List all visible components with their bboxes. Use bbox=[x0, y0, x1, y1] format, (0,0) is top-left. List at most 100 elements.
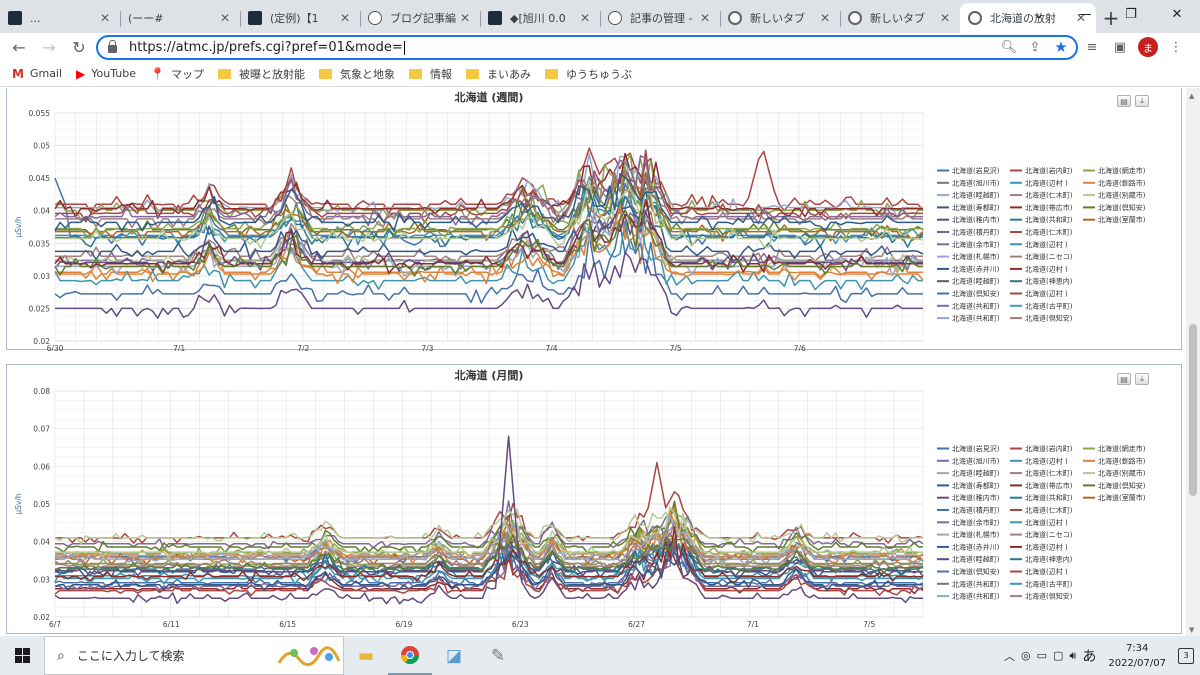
legend-item[interactable]: 北海道(別蔵市) bbox=[1098, 469, 1146, 478]
legend-item[interactable]: 北海道(余市町) bbox=[952, 240, 1000, 249]
tab-2[interactable]: (定例)【1 ✕ bbox=[240, 3, 360, 33]
legend-item[interactable]: 北海道(札幌市) bbox=[952, 252, 1000, 261]
legend-item[interactable]: 北海道(倶知安) bbox=[952, 289, 1000, 298]
legend-item[interactable]: 北海道(共和町) bbox=[952, 592, 1000, 601]
legend-item[interactable]: 北海道(古平町) bbox=[1025, 301, 1073, 310]
volume-icon[interactable]: 🔊︎ bbox=[1069, 649, 1076, 663]
chevron-down-icon[interactable]: ⌄ bbox=[1016, 0, 1062, 28]
legend-item[interactable]: 北海道(共和町) bbox=[952, 314, 1000, 323]
bookmark-4[interactable]: 気象と地象 bbox=[318, 66, 395, 82]
close-tab-icon[interactable]: ✕ bbox=[338, 11, 352, 25]
legend-item[interactable]: 北海道(睦越町) bbox=[952, 191, 1000, 200]
close-tab-icon[interactable]: ✕ bbox=[98, 11, 112, 25]
legend-item[interactable]: 北海道(仁木町) bbox=[1025, 191, 1073, 200]
print-icon[interactable]: ▤ bbox=[1117, 373, 1131, 385]
legend-item[interactable]: 北海道(別蔵市) bbox=[1098, 191, 1146, 200]
legend-item[interactable]: 北海道(赤井川) bbox=[952, 542, 1000, 551]
legend-item[interactable]: 北海道(ニセコ) bbox=[1025, 252, 1073, 261]
address-bar[interactable]: https://atmc.jp/prefs.cgi?pref=01&mode= … bbox=[96, 35, 1078, 60]
legend-item[interactable]: 北海道(網走市) bbox=[1098, 166, 1146, 175]
legend-item[interactable]: 北海道(赤井川) bbox=[952, 264, 1000, 273]
legend-item[interactable]: 北海道(辺村 ) bbox=[1025, 289, 1068, 298]
notebook-app-icon[interactable]: ◪ bbox=[432, 636, 476, 675]
legend-item[interactable]: 北海道(旭川市) bbox=[952, 456, 1000, 465]
bookmark-6[interactable]: まいあみ bbox=[465, 66, 531, 82]
back-button[interactable]: ← bbox=[4, 33, 34, 61]
legend-item[interactable]: 北海道(積丹町) bbox=[952, 506, 1000, 515]
legend-item[interactable]: 北海道(睦越町) bbox=[952, 469, 1000, 478]
reading-list-icon[interactable]: ≡ bbox=[1082, 37, 1102, 57]
legend-item[interactable]: 北海道(辺村 ) bbox=[1025, 567, 1068, 576]
tab-0[interactable]: ... ✕ bbox=[0, 3, 120, 33]
bookmark-3[interactable]: 被曝と放射能 bbox=[217, 66, 305, 82]
legend-item[interactable]: 北海道(神恵内) bbox=[1025, 555, 1073, 564]
legend-item[interactable]: 北海道(旭川市) bbox=[952, 178, 1000, 187]
legend-item[interactable]: 北海道(共和町) bbox=[952, 301, 1000, 310]
legend-item[interactable]: 北海道(神恵内) bbox=[1025, 277, 1073, 286]
legend-item[interactable]: 北海道(札幌市) bbox=[952, 530, 1000, 539]
legend-item[interactable]: 北海道(寿都町) bbox=[952, 203, 1000, 212]
file-explorer-icon[interactable]: ▬ bbox=[344, 636, 388, 675]
avatar[interactable]: ま bbox=[1138, 37, 1158, 57]
legend-item[interactable]: 北海道(帯広市) bbox=[1025, 203, 1073, 212]
download-icon[interactable]: ⤓ bbox=[1135, 373, 1149, 385]
legend-item[interactable]: 北海道(倶知安) bbox=[1025, 314, 1073, 323]
legend-item[interactable]: 北海道(室蘭市) bbox=[1098, 215, 1146, 224]
clock[interactable]: 7:34 2022/07/07 bbox=[1108, 641, 1166, 671]
legend-item[interactable]: 北海道(ニセコ) bbox=[1025, 530, 1073, 539]
legend-item[interactable]: 北海道(帯広市) bbox=[1025, 481, 1073, 490]
scroll-up-icon[interactable]: ▲ bbox=[1189, 92, 1194, 100]
forward-button[interactable]: → bbox=[34, 33, 64, 61]
legend-item[interactable]: 北海道(共和町) bbox=[1025, 215, 1073, 224]
legend-item[interactable]: 北海道(仁木町) bbox=[1025, 228, 1073, 237]
legend-item[interactable]: 北海道(余市町) bbox=[952, 518, 1000, 527]
restore-button[interactable]: ❐ bbox=[1108, 0, 1154, 28]
legend-item[interactable]: 北海道(辺村 ) bbox=[1025, 542, 1068, 551]
legend-item[interactable]: 北海道(辺村 ) bbox=[1025, 456, 1068, 465]
side-panel-icon[interactable]: ▣ bbox=[1110, 37, 1130, 57]
scrollbar-thumb[interactable] bbox=[1189, 324, 1197, 496]
menu-icon[interactable]: ⋮ bbox=[1166, 37, 1186, 57]
page-scrollbar[interactable]: ▲ ▼ bbox=[1186, 88, 1200, 636]
tab-3[interactable]: ブログ記事編 ✕ bbox=[360, 3, 480, 33]
legend-item[interactable]: 北海道(釧路市) bbox=[1098, 456, 1146, 465]
network-icon[interactable]: ▢ bbox=[1053, 649, 1063, 662]
close-tab-icon[interactable]: ✕ bbox=[578, 11, 592, 25]
legend-item[interactable]: 北海道(仁木町) bbox=[1025, 506, 1073, 515]
tab-1[interactable]: (ーー# ✕ bbox=[120, 3, 240, 33]
close-tab-icon[interactable]: ✕ bbox=[218, 11, 232, 25]
close-tab-icon[interactable]: ✕ bbox=[458, 11, 472, 25]
close-tab-icon[interactable]: ✕ bbox=[818, 11, 832, 25]
legend-item[interactable]: 北海道(倶知安) bbox=[952, 567, 1000, 576]
legend-item[interactable]: 北海道(倶知安) bbox=[1025, 592, 1073, 601]
legend-item[interactable]: 北海道(辺村 ) bbox=[1025, 240, 1068, 249]
legend-item[interactable]: 北海道(倶知安) bbox=[1098, 481, 1146, 490]
scroll-down-icon[interactable]: ▼ bbox=[1189, 626, 1194, 634]
legend-item[interactable]: 北海道(古平町) bbox=[1025, 579, 1073, 588]
zoom-icon[interactable]: 🔍︎ bbox=[1000, 38, 1018, 56]
lock-icon[interactable] bbox=[108, 40, 117, 53]
download-icon[interactable]: ⤓ bbox=[1135, 95, 1149, 107]
legend-item[interactable]: 北海道(倶知安) bbox=[1098, 203, 1146, 212]
close-window-button[interactable]: ✕ bbox=[1154, 0, 1200, 28]
legend-item[interactable]: 北海道(釧路市) bbox=[1098, 178, 1146, 187]
tab-4[interactable]: ◆[旭川 0.0 ✕ bbox=[480, 3, 600, 33]
tray-chevron-icon[interactable]: ︿ bbox=[1004, 648, 1015, 664]
legend-item[interactable]: 北海道(岩内町) bbox=[1025, 444, 1073, 453]
close-tab-icon[interactable]: ✕ bbox=[698, 11, 712, 25]
legend-item[interactable]: 北海道(睦越町) bbox=[952, 277, 1000, 286]
print-icon[interactable]: ▤ bbox=[1117, 95, 1131, 107]
legend-item[interactable]: 北海道(辺村 ) bbox=[1025, 518, 1068, 527]
legend-item[interactable]: 北海道(辺村 ) bbox=[1025, 178, 1068, 187]
legend-item[interactable]: 北海道(稚内市) bbox=[952, 493, 1000, 502]
legend-item[interactable]: 北海道(積丹町) bbox=[952, 228, 1000, 237]
meeting-icon[interactable]: ◎ bbox=[1021, 649, 1031, 662]
chrome-icon[interactable] bbox=[388, 636, 432, 675]
share-icon[interactable]: ⇪ bbox=[1026, 38, 1044, 56]
legend-item[interactable]: 北海道(仁木町) bbox=[1025, 469, 1073, 478]
legend-item[interactable]: 北海道(網走市) bbox=[1098, 444, 1146, 453]
bookmark-1[interactable]: ▶ YouTube bbox=[76, 67, 136, 81]
close-tab-icon[interactable]: ✕ bbox=[938, 11, 952, 25]
bookmark-0[interactable]: M Gmail bbox=[12, 67, 62, 81]
tab-7[interactable]: 新しいタブ ✕ bbox=[840, 3, 960, 33]
